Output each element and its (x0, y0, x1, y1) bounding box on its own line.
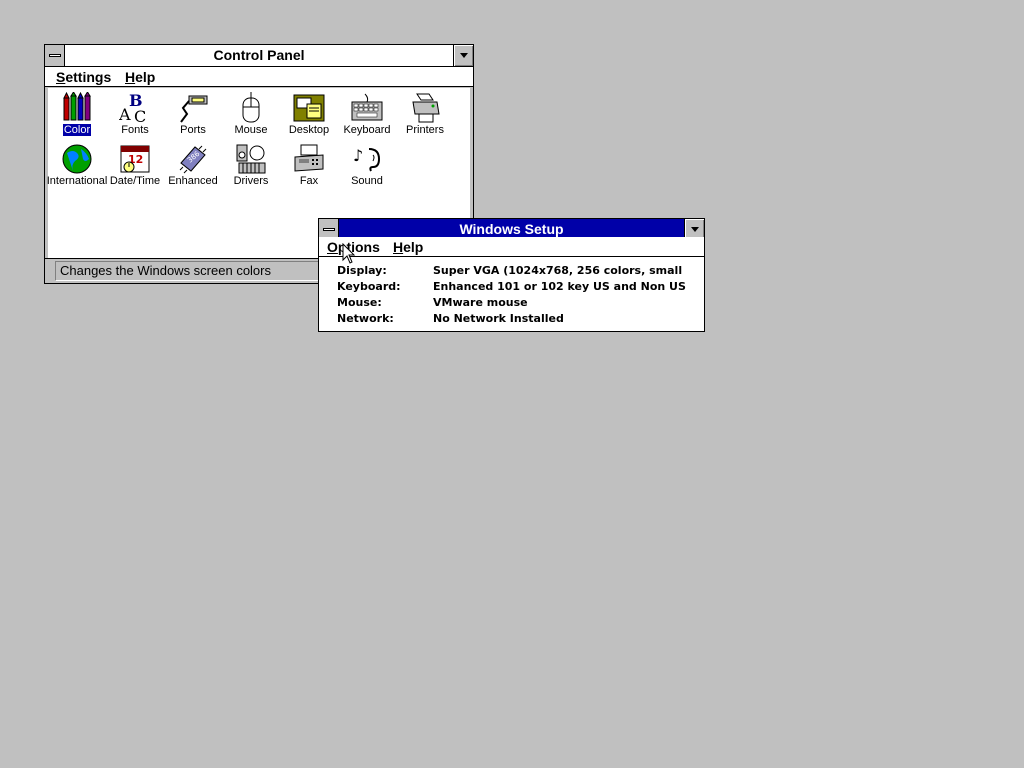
chip-icon: 386 (179, 145, 207, 174)
icon-label: Printers (406, 124, 444, 136)
globe-icon (62, 144, 92, 174)
icon-color[interactable]: Color (48, 90, 106, 140)
control-panel-menubar: Settings Help (45, 67, 473, 87)
icon-sound[interactable]: ♪ Sound (338, 141, 396, 191)
setup-value: No Network Installed (433, 312, 564, 325)
icon-fonts[interactable]: B A C Fonts (106, 90, 164, 140)
calendar-clock-icon: 12 (120, 145, 150, 173)
icon-fax[interactable]: Fax (280, 141, 338, 191)
setup-value: VMware mouse (433, 296, 528, 309)
setup-value: Enhanced 101 or 102 key US and Non US (433, 280, 686, 293)
icon-enhanced[interactable]: 386 Enhanced (164, 141, 222, 191)
setup-row-keyboard: Keyboard: Enhanced 101 or 102 key US and… (337, 279, 700, 295)
drivers-icon (236, 144, 266, 174)
setup-label: Keyboard: (337, 280, 401, 293)
system-menu-icon (49, 54, 61, 57)
menu-help[interactable]: Help (393, 238, 423, 256)
icon-keyboard[interactable]: Keyboard (338, 90, 396, 140)
setup-info-list: Display: Super VGA (1024x768, 256 colors… (337, 263, 700, 327)
ports-icon (180, 95, 208, 123)
sound-icon: ♪ (353, 146, 381, 172)
keyboard-icon (351, 93, 383, 121)
system-menu-icon (323, 228, 335, 231)
icon-desktop[interactable]: Desktop (280, 90, 338, 140)
svg-text:C: C (134, 107, 146, 124)
control-panel-system-menu-button[interactable] (45, 45, 65, 66)
icon-label: Sound (351, 175, 383, 187)
windows-setup-window: Windows Setup Options Help Display: Supe… (318, 218, 705, 332)
status-text: Changes the Windows screen colors (55, 261, 323, 281)
menu-help[interactable]: Help (125, 68, 155, 86)
menu-settings[interactable]: Settings (56, 68, 111, 86)
setup-row-mouse: Mouse: VMware mouse (337, 295, 700, 311)
icon-date-time[interactable]: 12 Date/Time (106, 141, 164, 191)
icon-international[interactable]: International (47, 141, 107, 191)
icon-label: Color (62, 124, 92, 136)
minimize-arrow-icon (460, 53, 468, 58)
setup-label: Network: (337, 312, 394, 325)
control-panel-minimize-button[interactable] (453, 45, 473, 66)
fax-icon (294, 144, 324, 172)
setup-label: Mouse: (337, 296, 382, 309)
setup-row-display: Display: Super VGA (1024x768, 256 colors… (337, 263, 700, 279)
icon-printers[interactable]: Printers (396, 90, 454, 140)
minimize-arrow-icon (691, 227, 699, 232)
setup-value: Super VGA (1024x768, 256 colors, small (433, 264, 683, 277)
icon-drivers[interactable]: Drivers (222, 141, 280, 191)
svg-text:♪: ♪ (353, 146, 363, 165)
setup-label: Display: (337, 264, 387, 277)
fonts-icon: B A C (119, 92, 146, 124)
color-icon (63, 92, 91, 121)
control-panel-title: Control Panel (213, 47, 305, 63)
svg-text:A: A (119, 105, 131, 124)
mouse-icon (242, 92, 260, 123)
windows-setup-menubar: Options Help (319, 237, 704, 257)
mouse-pointer-icon (342, 243, 356, 264)
icon-mouse[interactable]: Mouse (222, 90, 280, 140)
control-panel-titlebar[interactable]: Control Panel (45, 45, 473, 67)
icon-ports[interactable]: Ports (164, 90, 222, 140)
desktop-icon (293, 94, 325, 122)
setup-row-network: Network: No Network Installed (337, 311, 700, 327)
printers-icon (412, 93, 440, 123)
